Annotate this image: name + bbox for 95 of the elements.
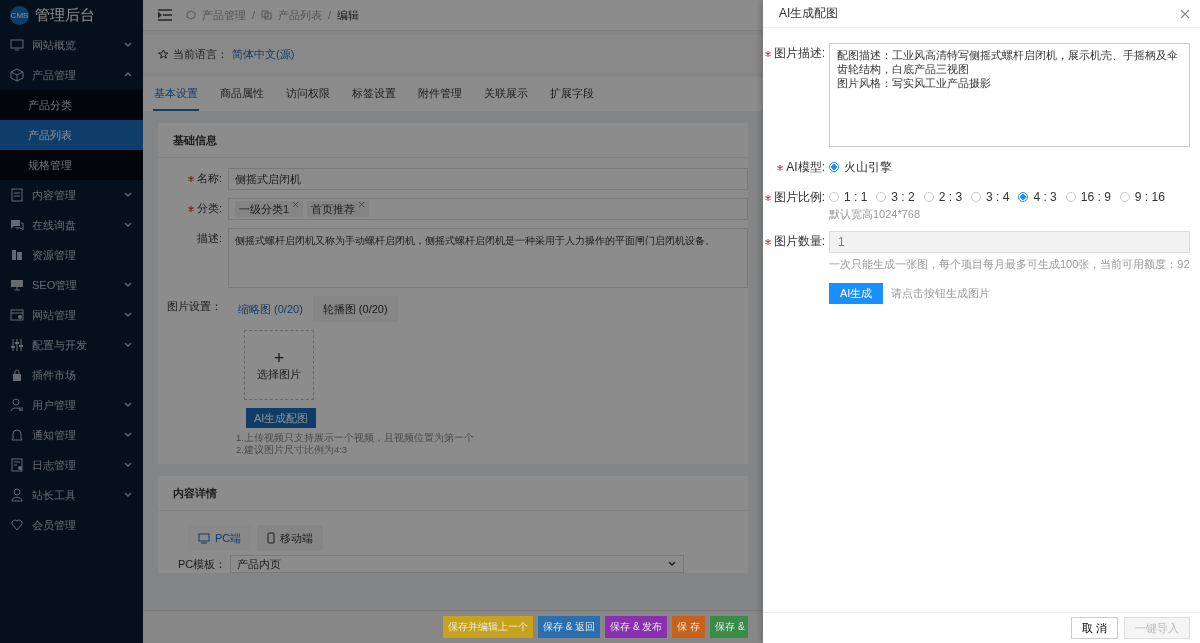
radio-option[interactable]: 2 : 3 <box>923 187 963 207</box>
sidebar-item[interactable]: 在线询盘 <box>0 210 143 240</box>
template-select[interactable]: 产品内页 <box>230 555 685 573</box>
sidebar-item[interactable]: SEO管理 <box>0 270 143 300</box>
folder-icon <box>10 248 24 262</box>
drawer-title: AI生成配图 <box>779 5 839 22</box>
sidebar-item[interactable]: 产品管理 <box>0 60 143 90</box>
field-label: 图片比例: <box>773 190 825 204</box>
tab[interactable]: 扩展字段 <box>549 77 595 111</box>
field-label: 图片描述: <box>773 46 825 60</box>
tab[interactable]: 标签设置 <box>351 77 397 111</box>
hint-text: 一次只能生成一张图，每个项目每月最多可生成100张，当前可用额度：92 <box>829 257 1190 271</box>
monitor-icon <box>10 278 24 292</box>
sidebar-item[interactable]: 网站概览 <box>0 30 143 60</box>
lock-icon <box>10 368 24 382</box>
name-field[interactable]: 侧摇式启闭机 <box>228 168 748 190</box>
close-icon[interactable] <box>1180 8 1190 19</box>
user-icon <box>10 398 24 412</box>
field-label: AI模型: <box>786 160 825 174</box>
sliders-icon <box>10 338 24 352</box>
radio-option[interactable]: 9 : 16 <box>1119 187 1165 207</box>
section-title: 基础信息 <box>158 123 748 158</box>
sidebar-item[interactable]: 用户管理 <box>0 390 143 420</box>
section-title: 内容详情 <box>158 476 748 511</box>
description-line: 配图描述：工业风高清特写侧摇式螺杆启闭机，展示机壳、手摇柄及伞齿轮结构，白底产品三视图 <box>837 48 1179 76</box>
tab[interactable]: 访问权限 <box>285 77 331 111</box>
copy-icon <box>261 10 273 20</box>
app-title: 管理后台 <box>35 5 95 25</box>
sidebar-item[interactable]: 站长工具 <box>0 480 143 510</box>
field-label: 名称: <box>196 172 222 184</box>
generate-button[interactable]: AI生成 <box>829 283 884 304</box>
device-tab[interactable]: 移动端 <box>257 525 324 551</box>
heart-icon <box>10 518 24 532</box>
hint-text: 默认宽高1024*768 <box>829 207 922 221</box>
category-field[interactable]: 一级分类1 首页推荐 <box>228 198 748 220</box>
radio-option[interactable]: 火山引擎 <box>829 157 892 177</box>
field-label: PC模板： <box>178 556 227 572</box>
radio-option[interactable]: 16 : 9 <box>1065 187 1111 207</box>
sidebar-item[interactable]: 内容管理 <box>0 180 143 210</box>
submenu-item[interactable]: 规格管理 <box>0 150 143 180</box>
ai-image-button[interactable]: AI生成配图 <box>246 408 317 428</box>
breadcrumb-separator: / <box>328 9 332 21</box>
field-label: 描述: <box>196 232 222 244</box>
hint-text: 请点击按钮生成图片 <box>891 286 991 301</box>
chat-icon <box>10 218 24 232</box>
tab[interactable]: 关联展示 <box>483 77 529 111</box>
window-icon <box>10 308 24 322</box>
breadcrumb-item: 编辑 <box>337 7 360 23</box>
sidebar-item[interactable]: 日志管理 <box>0 450 143 480</box>
language-label: 当前语言： <box>173 46 228 62</box>
category-tag: 首页推荐 <box>307 201 370 217</box>
radio-option[interactable]: 4 : 3 <box>1018 187 1057 207</box>
description-field[interactable]: 配图描述：工业风高清特写侧摇式螺杆启闭机，展示机壳、手摇柄及伞齿轮结构，白底产品三视图 图片风格：写实风工业产品摄影 <box>829 43 1190 147</box>
star-icon <box>158 48 169 60</box>
sidebar-item[interactable]: 网站管理 <box>0 300 143 330</box>
image-tab[interactable]: 轮播图 (0/20) <box>312 296 398 322</box>
radio-option[interactable]: 3 : 4 <box>971 187 1010 207</box>
field-label: 图片设置： <box>166 299 222 314</box>
close-icon[interactable] <box>358 201 366 208</box>
user-icon <box>10 488 24 502</box>
breadcrumb-separator: / <box>252 9 256 21</box>
upload-area[interactable]: + 选择图片 <box>244 330 314 400</box>
tab[interactable]: 附件管理 <box>417 77 463 111</box>
description-field[interactable]: 侧摇式螺杆启闭机又称为手动螺杆启闭机，侧摇式螺杆启闭机是一种采用于人力操作的平面闸门启闭机设备。 <box>228 228 748 288</box>
sidebar-item[interactable]: 资源管理 <box>0 240 143 270</box>
action-button[interactable]: 保存 & 发布 <box>605 616 668 638</box>
action-button[interactable]: 保存 & <box>710 616 748 638</box>
field-label: 图片数量: <box>773 234 825 248</box>
sidebar-item[interactable]: 会员管理 <box>0 510 143 540</box>
sidebar-item[interactable]: 插件市场 <box>0 360 143 390</box>
bell-icon <box>10 428 24 442</box>
monitor-icon <box>10 38 24 52</box>
calendar-icon <box>10 458 24 472</box>
action-button[interactable]: 保存并编辑上一个 <box>443 616 533 638</box>
action-button[interactable]: 保存 & 返回 <box>538 616 601 638</box>
document-icon <box>10 188 24 202</box>
radio-option[interactable]: 1 : 1 <box>829 187 868 207</box>
menu-icon[interactable] <box>158 9 172 21</box>
footer-button[interactable]: 取 消 <box>1070 617 1118 639</box>
logo-badge: CMS <box>10 5 29 25</box>
sidebar-item[interactable]: 通知管理 <box>0 420 143 450</box>
close-icon[interactable] <box>292 201 300 208</box>
submenu-item[interactable]: 产品分类 <box>0 90 143 120</box>
sidebar-item[interactable]: 配置与开发 <box>0 330 143 360</box>
submenu-item[interactable]: 产品列表 <box>0 120 143 150</box>
monitor-icon <box>198 532 210 544</box>
description-line: 图片风格：写实风工业产品摄影 <box>837 76 992 90</box>
language-link[interactable]: 简体中文(源) <box>232 46 295 62</box>
field-label: 分类: <box>196 202 222 214</box>
category-tag: 一级分类1 <box>235 201 304 217</box>
tab[interactable]: 商品属性 <box>219 77 265 111</box>
radio-option[interactable]: 3 : 2 <box>876 187 915 207</box>
phone-icon <box>267 532 276 544</box>
action-button[interactable]: 保 存 <box>672 616 706 638</box>
tab[interactable]: 基本设置 <box>153 77 199 111</box>
